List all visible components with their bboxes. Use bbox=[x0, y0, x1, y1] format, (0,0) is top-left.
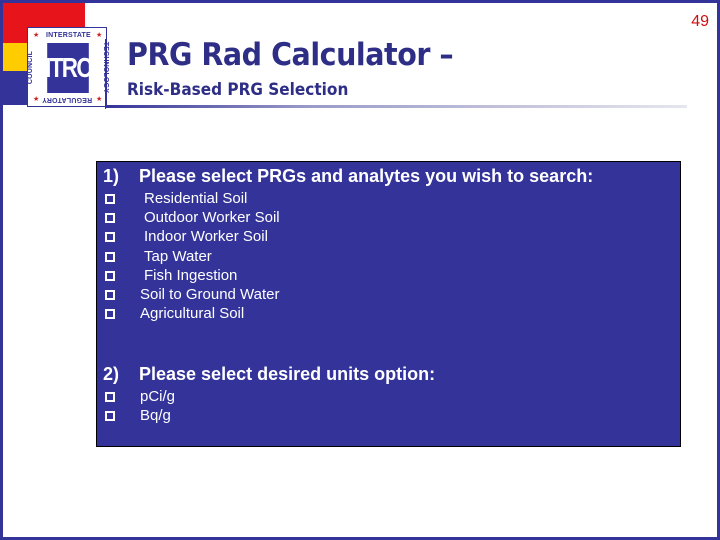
checkbox[interactable] bbox=[105, 270, 115, 281]
star-icon: ★ bbox=[96, 32, 103, 39]
page-subtitle: Risk-Based PRG Selection bbox=[127, 80, 349, 100]
question-1-text: Please select PRGs and analytes you wish… bbox=[139, 166, 594, 186]
option-label: Outdoor Worker Soil bbox=[144, 209, 280, 226]
question-1-heading: 1) Please select PRGs and analytes you wi… bbox=[103, 166, 593, 187]
logo-left-text: COUNCIL bbox=[27, 50, 35, 85]
page-title: PRG Rad Calculator – bbox=[127, 37, 454, 73]
slide: INTERSTATE COUNCIL TECHNOLOGY REGULATORY… bbox=[0, 0, 720, 540]
checkbox[interactable] bbox=[105, 391, 115, 402]
logo-top-text: INTERSTATE bbox=[46, 32, 91, 39]
units-option-bq-g[interactable]: Bq/g bbox=[105, 406, 171, 425]
checkbox[interactable] bbox=[105, 308, 115, 319]
title-underline bbox=[105, 105, 687, 108]
prg-option-fish-ingestion[interactable]: Fish Ingestion bbox=[105, 266, 237, 285]
prg-option-indoor-worker-soil[interactable]: Indoor Worker Soil bbox=[105, 227, 268, 246]
checkbox[interactable] bbox=[105, 289, 115, 300]
option-label: Soil to Ground Water bbox=[140, 286, 280, 303]
header-divider bbox=[105, 39, 106, 109]
prg-option-soil-to-ground-water[interactable]: Soil to Ground Water bbox=[105, 285, 280, 304]
star-icon: ★ bbox=[33, 96, 40, 103]
prg-option-tap-water[interactable]: Tap Water bbox=[105, 247, 212, 266]
option-label: Indoor Worker Soil bbox=[144, 228, 268, 245]
option-label: Bq/g bbox=[140, 407, 171, 424]
checkbox[interactable] bbox=[105, 251, 115, 262]
checkbox[interactable] bbox=[105, 231, 115, 242]
star-icon: ★ bbox=[33, 32, 40, 39]
prg-option-outdoor-worker-soil[interactable]: Outdoor Worker Soil bbox=[105, 208, 280, 227]
page-number: 49 bbox=[691, 13, 709, 30]
option-label: Agricultural Soil bbox=[140, 305, 245, 322]
prg-option-agricultural-soil[interactable]: Agricultural Soil bbox=[105, 304, 244, 323]
question-1-number: 1) bbox=[103, 166, 120, 186]
checkbox[interactable] bbox=[105, 193, 115, 204]
checkbox[interactable] bbox=[105, 212, 115, 223]
logo-bottom-text: REGULATORY bbox=[42, 96, 93, 103]
question-2-heading: 2) Please select desired units option: bbox=[103, 364, 435, 385]
question-2-text: Please select desired units option: bbox=[139, 364, 436, 384]
checkbox[interactable] bbox=[105, 410, 115, 421]
star-icon: ★ bbox=[96, 96, 103, 103]
option-label: Tap Water bbox=[144, 248, 212, 265]
itrc-logo: INTERSTATE COUNCIL TECHNOLOGY REGULATORY… bbox=[27, 27, 109, 107]
option-label: Residential Soil bbox=[144, 190, 248, 207]
units-option-pci-g[interactable]: pCi/g bbox=[105, 387, 175, 406]
logo-center-text: ITRC bbox=[45, 43, 93, 93]
selection-panel: 1) Please select PRGs and analytes you wi… bbox=[96, 161, 681, 447]
option-label: pCi/g bbox=[140, 388, 176, 405]
prg-option-residential-soil[interactable]: Residential Soil bbox=[105, 189, 247, 208]
option-label: Fish Ingestion bbox=[144, 267, 238, 284]
question-2-number: 2) bbox=[103, 364, 120, 384]
